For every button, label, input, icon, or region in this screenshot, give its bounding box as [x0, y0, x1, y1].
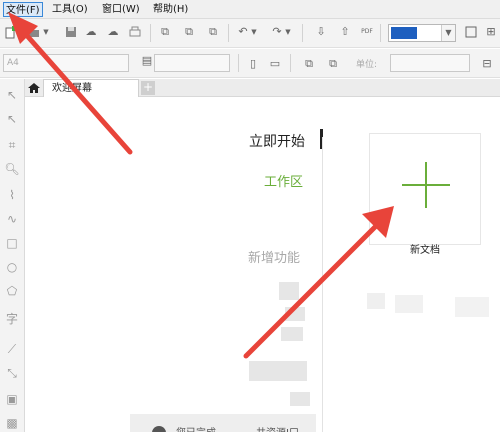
menu-bar: 文件(F) 工具(O) 窗口(W) 帮助(H) [0, 0, 500, 19]
menu-tools[interactable]: 工具(O) [50, 2, 90, 17]
blurred-item [455, 297, 489, 317]
freehand-tool-icon[interactable]: ⌇ [4, 187, 20, 203]
toolbar-separator [228, 24, 229, 42]
recent-files-strip: 您已完成 共资源Ⅰ口 [130, 414, 316, 432]
redo-icon[interactable]: ↷ [270, 25, 284, 39]
drop-shadow-icon[interactable]: ▣ [4, 391, 20, 407]
pick-tool-icon[interactable]: ↖ [4, 87, 20, 103]
zoom-dropdown[interactable]: ▼ [388, 24, 456, 42]
transparency-icon[interactable]: ▩ [4, 415, 20, 431]
blurred-item [279, 282, 299, 300]
chevron-down-icon[interactable]: ▼ [42, 25, 50, 39]
polygon-tool-icon[interactable]: ⬠ [4, 283, 20, 299]
page-width-field[interactable] [154, 54, 230, 72]
toolbar-separator [238, 54, 239, 72]
shape-tool-icon[interactable]: ↖ [4, 111, 20, 127]
nav-get-started[interactable]: 立即开始 [249, 131, 305, 151]
toolbox: ↖ ↖ ⌗ 🔍︎ ⌇ ∿ □ ○ ⬠ 字 ⟋ ⤡ ▣ ▩ [0, 79, 25, 432]
document-tab-bar: 欢迎屏幕 + [25, 79, 500, 97]
settings-icon[interactable]: ⊟ [480, 57, 494, 71]
page-size-select[interactable]: A4 [3, 54, 129, 72]
blurred-item [285, 307, 305, 321]
blurred-item [281, 327, 303, 341]
chevron-down-icon[interactable]: ▼ [441, 25, 455, 41]
export-icon[interactable]: ⇧ [338, 25, 352, 39]
nav-workspace[interactable]: 工作区 [264, 171, 303, 190]
all-pages-icon[interactable]: ⧉ [302, 57, 316, 71]
copy-icon[interactable]: ⧉ [182, 25, 196, 39]
plus-icon [402, 162, 450, 208]
toolbar-separator [150, 24, 151, 42]
unit-select[interactable] [390, 54, 470, 72]
full-screen-icon[interactable] [464, 25, 478, 39]
cloud-download-icon[interactable]: ☁ [84, 25, 98, 39]
landscape-icon[interactable]: ▭ [268, 57, 282, 71]
print-icon[interactable] [128, 25, 142, 39]
paste-icon[interactable]: ⧉ [206, 25, 220, 39]
crop-tool-icon[interactable]: ⌗ [4, 137, 20, 153]
import-icon[interactable]: ⇩ [314, 25, 328, 39]
welcome-screen: 立即开始 工作区 新增功能 新文档 [25, 97, 500, 432]
cloud-upload-icon[interactable]: ☁ [106, 25, 120, 39]
chevron-down-icon[interactable]: ▼ [284, 25, 292, 39]
menu-help[interactable]: 帮助(H) [151, 2, 190, 17]
ellipse-tool-icon[interactable]: ○ [4, 259, 20, 275]
blurred-item [249, 361, 307, 381]
menu-file[interactable]: 文件(F) [3, 2, 43, 17]
rectangle-tool-icon[interactable]: □ [4, 235, 20, 251]
open-folder-icon[interactable] [26, 25, 40, 39]
tab-welcome-screen[interactable]: 欢迎屏幕 [43, 79, 139, 97]
dimension-tool-icon[interactable]: ⟋ [4, 341, 20, 357]
connector-tool-icon[interactable]: ⤡ [4, 365, 20, 381]
text-tool-icon[interactable]: 字 [4, 311, 20, 327]
portrait-icon[interactable]: ▯ [246, 57, 260, 71]
toolbar-separator [302, 24, 303, 42]
zoom-selection [391, 27, 417, 39]
new-document-card[interactable] [369, 133, 481, 245]
new-document-icon[interactable] [4, 25, 18, 39]
chevron-down-icon[interactable]: ▼ [250, 25, 258, 39]
nav-divider [322, 137, 323, 432]
unit-label: 单位: [356, 60, 378, 70]
nav-whats-new[interactable]: 新增功能 [248, 247, 300, 266]
property-bar: A4 ▤ ▯ ▭ ⧉ ⧉ 单位: ⊟ [0, 49, 500, 78]
zoom-tool-icon[interactable]: 🔍︎ [4, 161, 20, 177]
recent-text-2: 共资源Ⅰ口 [256, 424, 299, 432]
add-tab-button[interactable]: + [141, 81, 155, 95]
blurred-item [395, 295, 423, 313]
artistic-media-icon[interactable]: ∿ [4, 211, 20, 227]
page-dimension-icon: ▤ [141, 54, 153, 67]
save-icon[interactable] [64, 25, 78, 39]
snap-icon[interactable]: ⊞ [484, 25, 498, 39]
home-icon[interactable] [25, 79, 43, 97]
user-avatar [152, 426, 166, 432]
cut-icon[interactable]: ⧉ [158, 25, 172, 39]
undo-icon[interactable]: ↶ [236, 25, 250, 39]
blurred-item [290, 392, 310, 406]
toolbar-separator [380, 24, 381, 42]
blurred-item [367, 293, 385, 309]
export-pdf-icon[interactable]: PDF [360, 25, 374, 39]
recent-text-1: 您已完成 [176, 424, 216, 432]
toolbar-separator [290, 54, 291, 72]
current-page-icon[interactable]: ⧉ [326, 57, 340, 71]
new-document-label[interactable]: 新文档 [389, 241, 461, 256]
menu-window[interactable]: 窗口(W) [100, 2, 142, 17]
